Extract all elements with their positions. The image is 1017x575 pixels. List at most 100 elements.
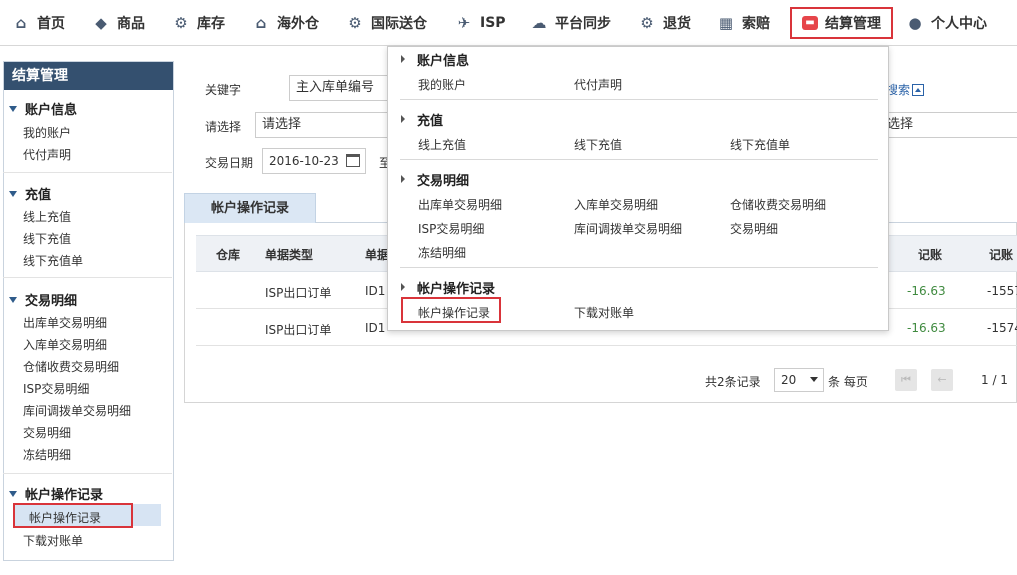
top-navigation: ⌂ 首页 ◆ 商品 ⚙ 库存 ⌂ 海外仓 ⚙ 国际送仓 ✈ ISP ☁ 平台同步… [0,0,1017,46]
nav-international-shipping[interactable]: ⚙ 国际送仓 [346,10,427,36]
cloud-sync-icon: ☁ [531,14,547,32]
collapse-triangle-icon [9,491,17,497]
nav-label: ISP [480,15,506,31]
date-value: 2016-10-23 [269,154,339,168]
menu-link-offline-recharge[interactable]: 线下充值 [574,136,622,153]
row1-balance: -1557 [987,284,1017,298]
sidebar-item-offline-recharge-order[interactable]: 线下充值单 [23,252,83,269]
sidebar-item-my-account[interactable]: 我的账户 [23,124,71,141]
sidebar-group-account-operations[interactable]: 帐户操作记录 [9,484,103,503]
cube-icon: ◆ [95,14,107,32]
nav-settlement[interactable]: ▬ 结算管理 [790,7,893,39]
sidebar-item-download-statement[interactable]: 下载对账单 [23,532,83,549]
menu-link-isp-transactions[interactable]: ISP交易明细 [418,220,484,237]
menu-link-storage-fee-transactions[interactable]: 仓储收费交易明细 [730,196,826,213]
row1-doc[interactable]: ID1 [365,284,385,298]
sidebar-item-isp-transactions[interactable]: ISP交易明细 [23,380,89,397]
nav-inventory[interactable]: ⚙ 库存 [172,10,225,36]
sidebar-item-transaction-details[interactable]: 交易明细 [23,424,71,441]
nav-label: 平台同步 [555,16,611,32]
nav-claims[interactable]: ▦ 索赔 [717,10,770,36]
caret-right-icon [401,115,405,123]
col-doc-type: 单据类型 [265,248,314,262]
menu-section-account-operations[interactable]: 帐户操作记录 [401,278,495,297]
nav-products[interactable]: ◆ 商品 [92,10,145,36]
row2-type: ISP出口订单 [265,323,332,337]
divider [3,172,172,173]
keyword-type-select[interactable]: 主入库单编号 [289,75,389,101]
tab-account-operation-records[interactable]: 帐户操作记录 [184,193,316,223]
divider [3,473,172,474]
menu-link-outbound-transactions[interactable]: 出库单交易明细 [418,196,502,213]
sidebar-item-payment-declaration[interactable]: 代付声明 [23,146,71,163]
sidebar-item-outbound-transactions[interactable]: 出库单交易明细 [23,314,107,331]
row1-amount: -16.63 [907,284,946,298]
sidebar-group-label: 交易明细 [25,294,78,309]
prev-page-icon[interactable]: ← [931,369,953,391]
calendar-icon[interactable] [346,154,360,167]
menu-link-transfer-transactions[interactable]: 库间调拨单交易明细 [574,220,682,237]
caret-right-icon [401,55,405,63]
nav-label: 商品 [117,16,145,32]
highlight-box [401,297,501,323]
menu-link-online-recharge[interactable]: 线上充值 [418,136,466,153]
settlement-dropdown-menu: 账户信息 我的账户 代付声明 充值 线上充值 线下充值 线下充值单 交易明细 出… [387,46,889,331]
per-page-label: 条 每页 [828,375,868,389]
col-warehouse: 仓库 [216,248,241,262]
row2-balance: -1574 [987,321,1017,335]
menu-divider [400,267,878,268]
nav-home[interactable]: ⌂ 首页 [12,10,65,36]
right-select[interactable]: 选择 [880,112,1017,138]
nav-returns[interactable]: ⚙ 退货 [638,10,691,36]
first-page-icon[interactable]: ⏮ [895,369,917,391]
menu-link-payment-declaration[interactable]: 代付声明 [574,76,622,93]
search-label: 搜索 [886,83,911,97]
search-toggle[interactable]: 搜索 [886,81,925,98]
return-icon: ⚙ [640,14,654,32]
sidebar-item-storage-fee-transactions[interactable]: 仓储收费交易明细 [23,358,119,375]
sidebar-group-label: 帐户操作记录 [25,488,104,503]
menu-link-my-account[interactable]: 我的账户 [418,76,466,93]
chevron-down-icon [810,377,818,382]
sidebar-item-frozen-details[interactable]: 冻结明细 [23,446,71,463]
sidebar-group-label: 账户信息 [25,103,78,118]
total-records: 共2条记录 [705,375,761,389]
nav-label: 库存 [197,16,225,32]
sidebar-group-transactions[interactable]: 交易明细 [9,290,77,309]
menu-divider [400,159,878,160]
menu-link-frozen-details[interactable]: 冻结明细 [418,244,466,261]
menu-section-recharge[interactable]: 充值 [401,110,443,129]
sidebar-group-recharge[interactable]: 充值 [9,184,51,203]
nav-personal-center[interactable]: ● 个人中心 [906,10,987,36]
keyword-label: 关键字 [205,83,242,97]
collapse-up-icon [912,84,925,96]
row1-type: ISP出口订单 [265,286,332,300]
sidebar-title: 结算管理 [4,62,173,90]
menu-section-account-info[interactable]: 账户信息 [401,50,469,69]
sidebar-item-online-recharge[interactable]: 线上充值 [23,208,71,225]
nav-isp[interactable]: ✈ ISP [455,10,506,36]
page-size-select[interactable]: 20 [774,368,824,392]
row2-doc[interactable]: ID1 [365,321,385,335]
nav-overseas-warehouse[interactable]: ⌂ 海外仓 [252,10,319,36]
nav-label: 索赔 [742,16,770,32]
menu-link-inbound-transactions[interactable]: 入库单交易明细 [574,196,658,213]
plane-icon: ✈ [457,14,471,32]
menu-link-download-statement[interactable]: 下载对账单 [574,304,634,321]
date-from-input[interactable]: 2016-10-23 [262,148,366,174]
page-indicator: 1 / 1 [981,373,1008,387]
sidebar-item-offline-recharge[interactable]: 线下充值 [23,230,71,247]
sidebar-item-inbound-transactions[interactable]: 入库单交易明细 [23,336,107,353]
menu-link-offline-recharge-order[interactable]: 线下充值单 [730,136,790,153]
sidebar-item-transfer-transactions[interactable]: 库间调拨单交易明细 [23,402,131,419]
nav-platform-sync[interactable]: ☁ 平台同步 [530,10,612,36]
caret-right-icon [401,175,405,183]
nav-label: 海外仓 [277,16,319,32]
menu-section-transactions[interactable]: 交易明细 [401,170,469,189]
sidebar-group-label: 充值 [25,188,52,203]
choose-select[interactable]: 请选择 [255,112,389,138]
trade-date-label: 交易日期 [205,156,254,170]
shipping-icon: ⚙ [348,14,362,32]
sidebar-group-account-info[interactable]: 账户信息 [9,99,77,118]
menu-link-transaction-details[interactable]: 交易明细 [730,220,778,237]
